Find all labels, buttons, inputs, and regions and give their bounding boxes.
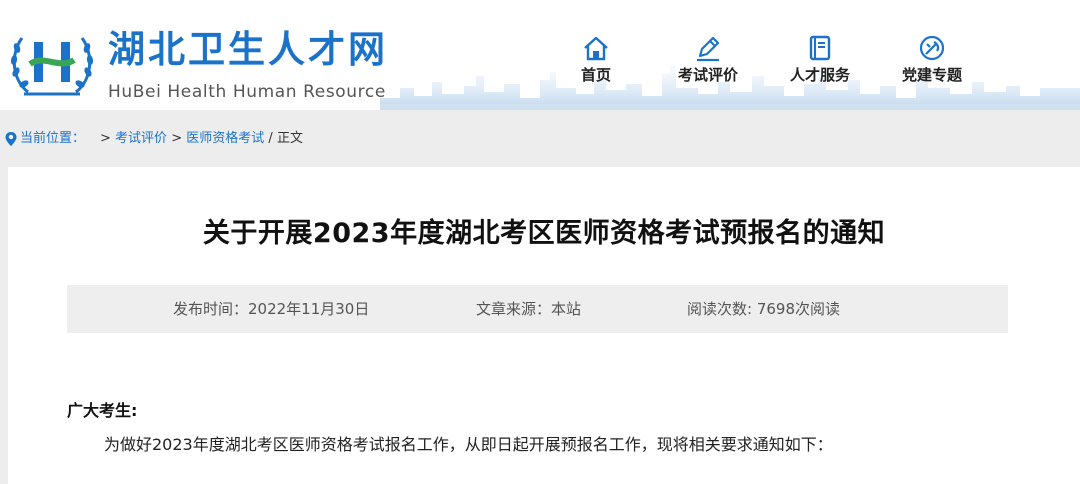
site-subtitle: HuBei Health Human Resource bbox=[108, 82, 386, 102]
article-title: 关于开展2023年度湖北考区医师资格考试预报名的通知 bbox=[202, 218, 886, 249]
breadcrumb-slash: / bbox=[268, 131, 273, 146]
main-nav: 首页 考试评价 人才服务 党建专题 bbox=[540, 30, 988, 90]
nav-item-talent[interactable]: 人才服务 bbox=[764, 30, 876, 90]
breadcrumb-separator: > bbox=[100, 131, 111, 146]
article-greeting: 广大考生: bbox=[67, 401, 138, 420]
breadcrumb-trail: > 考试评价 > 医师资格考试 / 正文 bbox=[100, 124, 303, 154]
pen-icon bbox=[697, 36, 720, 62]
nav-label-home: 首页 bbox=[580, 66, 611, 84]
nav-item-home[interactable]: 首页 bbox=[540, 30, 652, 90]
book-icon bbox=[809, 35, 831, 61]
party-emblem-icon bbox=[919, 35, 945, 61]
breadcrumb-link-physician[interactable]: 医师资格考试 bbox=[186, 131, 264, 146]
article-source: 文章来源：本站 bbox=[476, 300, 582, 318]
site-logo-icon bbox=[10, 37, 94, 96]
site-header: 湖北卫生人才网 HuBei Health Human Resource 首页 考… bbox=[0, 0, 1080, 110]
article-meta-bar: 发布时间：2022年11月30日 文章来源：本站 阅读次数: 7698次阅读 bbox=[67, 285, 1008, 333]
article-paragraph: 为做好2023年度湖北考区医师资格考试报名工作，从即日起开展预报名工作，现将相关… bbox=[104, 435, 833, 454]
breadcrumb-current: 正文 bbox=[276, 131, 303, 146]
breadcrumb-link-exam[interactable]: 考试评价 bbox=[115, 131, 167, 146]
site-title[interactable]: 湖北卫生人才网 bbox=[108, 28, 388, 72]
view-count: 阅读次数: 7698次阅读 bbox=[687, 300, 840, 318]
breadcrumb-separator: > bbox=[171, 131, 183, 146]
location-pin-icon bbox=[5, 132, 17, 146]
breadcrumb: 当前位置： > 考试评价 > 医师资格考试 / 正文 bbox=[0, 124, 1080, 154]
home-icon bbox=[584, 36, 608, 61]
breadcrumb-label: 当前位置： bbox=[20, 131, 86, 146]
nav-label-party: 党建专题 bbox=[901, 66, 962, 84]
nav-item-party[interactable]: 党建专题 bbox=[876, 30, 988, 90]
nav-label-talent: 人才服务 bbox=[789, 66, 850, 84]
nav-item-exam[interactable]: 考试评价 bbox=[652, 30, 764, 90]
nav-label-exam: 考试评价 bbox=[677, 66, 738, 84]
publish-time: 发布时间：2022年11月30日 bbox=[173, 300, 370, 318]
article-panel: 关于开展2023年度湖北考区医师资格考试预报名的通知 发布时间：2022年11月… bbox=[8, 167, 1080, 484]
